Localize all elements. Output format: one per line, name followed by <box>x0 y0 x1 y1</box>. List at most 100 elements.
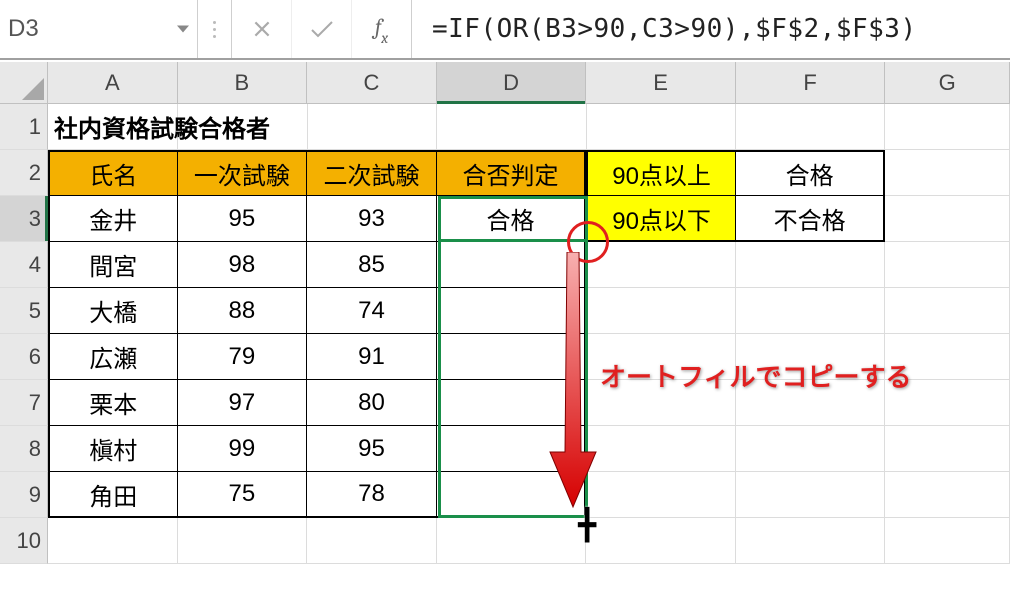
cell-D9[interactable] <box>437 472 587 518</box>
cell-D2[interactable]: 合否判定 <box>437 150 587 196</box>
cell-F4[interactable] <box>736 242 886 288</box>
cell-B6[interactable]: 79 <box>178 334 308 380</box>
table-row: 4 間宮 98 85 <box>0 242 1010 288</box>
cell-G9[interactable] <box>885 472 1010 518</box>
row-header-5[interactable]: 5 <box>0 288 48 334</box>
cell-G4[interactable] <box>885 242 1010 288</box>
cell-A6[interactable]: 広瀬 <box>48 334 178 380</box>
column-header-C[interactable]: C <box>307 62 437 103</box>
cell-G1[interactable] <box>885 104 1010 150</box>
cell-C1[interactable] <box>308 104 438 150</box>
name-box-value: D3 <box>8 15 39 43</box>
formula-input[interactable]: =IF(OR(B3>90,C3>90),$F$2,$F$3) <box>412 0 1010 58</box>
row-header-10[interactable]: 10 <box>0 518 48 564</box>
row-header-2[interactable]: 2 <box>0 150 48 196</box>
formula-bar: D3 fx =IF(OR(B3>90,C3>90),$F$2,$F$3) <box>0 0 1010 60</box>
fx-icon: fx <box>375 14 388 43</box>
cell-G3[interactable] <box>885 196 1010 242</box>
cell-A5[interactable]: 大橋 <box>48 288 178 334</box>
row-header-4[interactable]: 4 <box>0 242 48 288</box>
cell-F10[interactable] <box>736 518 886 564</box>
cell-B5[interactable]: 88 <box>178 288 308 334</box>
worksheet[interactable]: A B C D E F G 1 社内資格試験合格者 2 氏名 <box>0 62 1010 609</box>
cell-B2[interactable]: 一次試験 <box>178 150 308 196</box>
cell-C4[interactable]: 85 <box>307 242 437 288</box>
enter-formula-button[interactable] <box>292 0 352 58</box>
row-header-7[interactable]: 7 <box>0 380 48 426</box>
cell-A7[interactable]: 栗本 <box>48 380 178 426</box>
cell-A9[interactable]: 角田 <box>48 472 178 518</box>
row-header-9[interactable]: 9 <box>0 472 48 518</box>
cancel-formula-button[interactable] <box>232 0 292 58</box>
cell-D7[interactable] <box>437 380 587 426</box>
table-row: 8 槇村 99 95 <box>0 426 1010 472</box>
insert-function-button[interactable]: fx <box>352 0 412 58</box>
name-box[interactable]: D3 <box>0 0 198 58</box>
cell-G8[interactable] <box>885 426 1010 472</box>
cell-D10[interactable] <box>437 518 587 564</box>
column-header-G[interactable]: G <box>885 62 1010 103</box>
column-header-F[interactable]: F <box>736 62 886 103</box>
cell-F5[interactable] <box>736 288 886 334</box>
cell-B9[interactable]: 75 <box>178 472 308 518</box>
cell-F1[interactable] <box>736 104 885 150</box>
cell-A8[interactable]: 槇村 <box>48 426 178 472</box>
cell-B3[interactable]: 95 <box>178 196 308 242</box>
cell-D8[interactable] <box>437 426 587 472</box>
column-header-B[interactable]: B <box>178 62 308 103</box>
cell-E3[interactable]: 90点以下 <box>586 196 736 242</box>
row-header-6[interactable]: 6 <box>0 334 48 380</box>
cell-G10[interactable] <box>885 518 1010 564</box>
cell-E4[interactable] <box>586 242 736 288</box>
cell-E5[interactable] <box>586 288 736 334</box>
column-header-A[interactable]: A <box>48 62 178 103</box>
row-header-1[interactable]: 1 <box>0 104 48 150</box>
cell-F8[interactable] <box>736 426 886 472</box>
select-all-corner[interactable] <box>0 62 48 103</box>
cell-D5[interactable] <box>437 288 587 334</box>
cell-F3[interactable]: 不合格 <box>736 196 886 242</box>
cell-D3[interactable]: 合格 <box>437 196 587 242</box>
cell-E9[interactable] <box>586 472 736 518</box>
cell-E1[interactable] <box>587 104 736 150</box>
cell-A3[interactable]: 金井 <box>48 196 178 242</box>
cell-B7[interactable]: 97 <box>178 380 308 426</box>
cell-A4[interactable]: 間宮 <box>48 242 178 288</box>
cell-A2[interactable]: 氏名 <box>48 150 178 196</box>
table-row: 9 角田 75 78 <box>0 472 1010 518</box>
table-row: 1 社内資格試験合格者 <box>0 104 1010 150</box>
cell-D1[interactable] <box>437 104 586 150</box>
cell-E8[interactable] <box>586 426 736 472</box>
cell-B10[interactable] <box>178 518 308 564</box>
table-row: 2 氏名 一次試験 二次試験 合否判定 90点以上 合格 <box>0 150 1010 196</box>
cell-D4[interactable] <box>437 242 587 288</box>
column-header-D[interactable]: D <box>437 62 587 103</box>
cell-C10[interactable] <box>307 518 437 564</box>
cell-F9[interactable] <box>736 472 886 518</box>
row-header-8[interactable]: 8 <box>0 426 48 472</box>
cell-E10[interactable] <box>586 518 736 564</box>
cell-E2[interactable]: 90点以上 <box>586 150 736 196</box>
cell-C5[interactable]: 74 <box>307 288 437 334</box>
cell-B8[interactable]: 99 <box>178 426 308 472</box>
cell-F2[interactable]: 合格 <box>736 150 886 196</box>
cell-C6[interactable]: 91 <box>307 334 437 380</box>
chevron-down-icon[interactable] <box>177 26 189 33</box>
rows-container: 1 社内資格試験合格者 2 氏名 一次試験 二次試験 合否判定 90点以上 合格 <box>0 104 1010 564</box>
cell-G5[interactable] <box>885 288 1010 334</box>
cell-C8[interactable]: 95 <box>307 426 437 472</box>
cell-C7[interactable]: 80 <box>307 380 437 426</box>
cell-A1[interactable]: 社内資格試験合格者 <box>48 104 178 150</box>
excel-window: D3 fx =IF(OR(B3>90,C3>90),$F$2,$F$3) A B <box>0 0 1010 609</box>
cell-C9[interactable]: 78 <box>307 472 437 518</box>
cell-C3[interactable]: 93 <box>307 196 437 242</box>
cell-A10[interactable] <box>48 518 178 564</box>
column-header-E[interactable]: E <box>586 62 736 103</box>
cell-B4[interactable]: 98 <box>178 242 308 288</box>
cell-C2[interactable]: 二次試験 <box>307 150 437 196</box>
cell-G2[interactable] <box>885 150 1010 196</box>
check-icon <box>309 18 335 40</box>
row-header-3[interactable]: 3 <box>0 196 48 242</box>
column-headers-row: A B C D E F G <box>0 62 1010 104</box>
cell-D6[interactable] <box>437 334 587 380</box>
